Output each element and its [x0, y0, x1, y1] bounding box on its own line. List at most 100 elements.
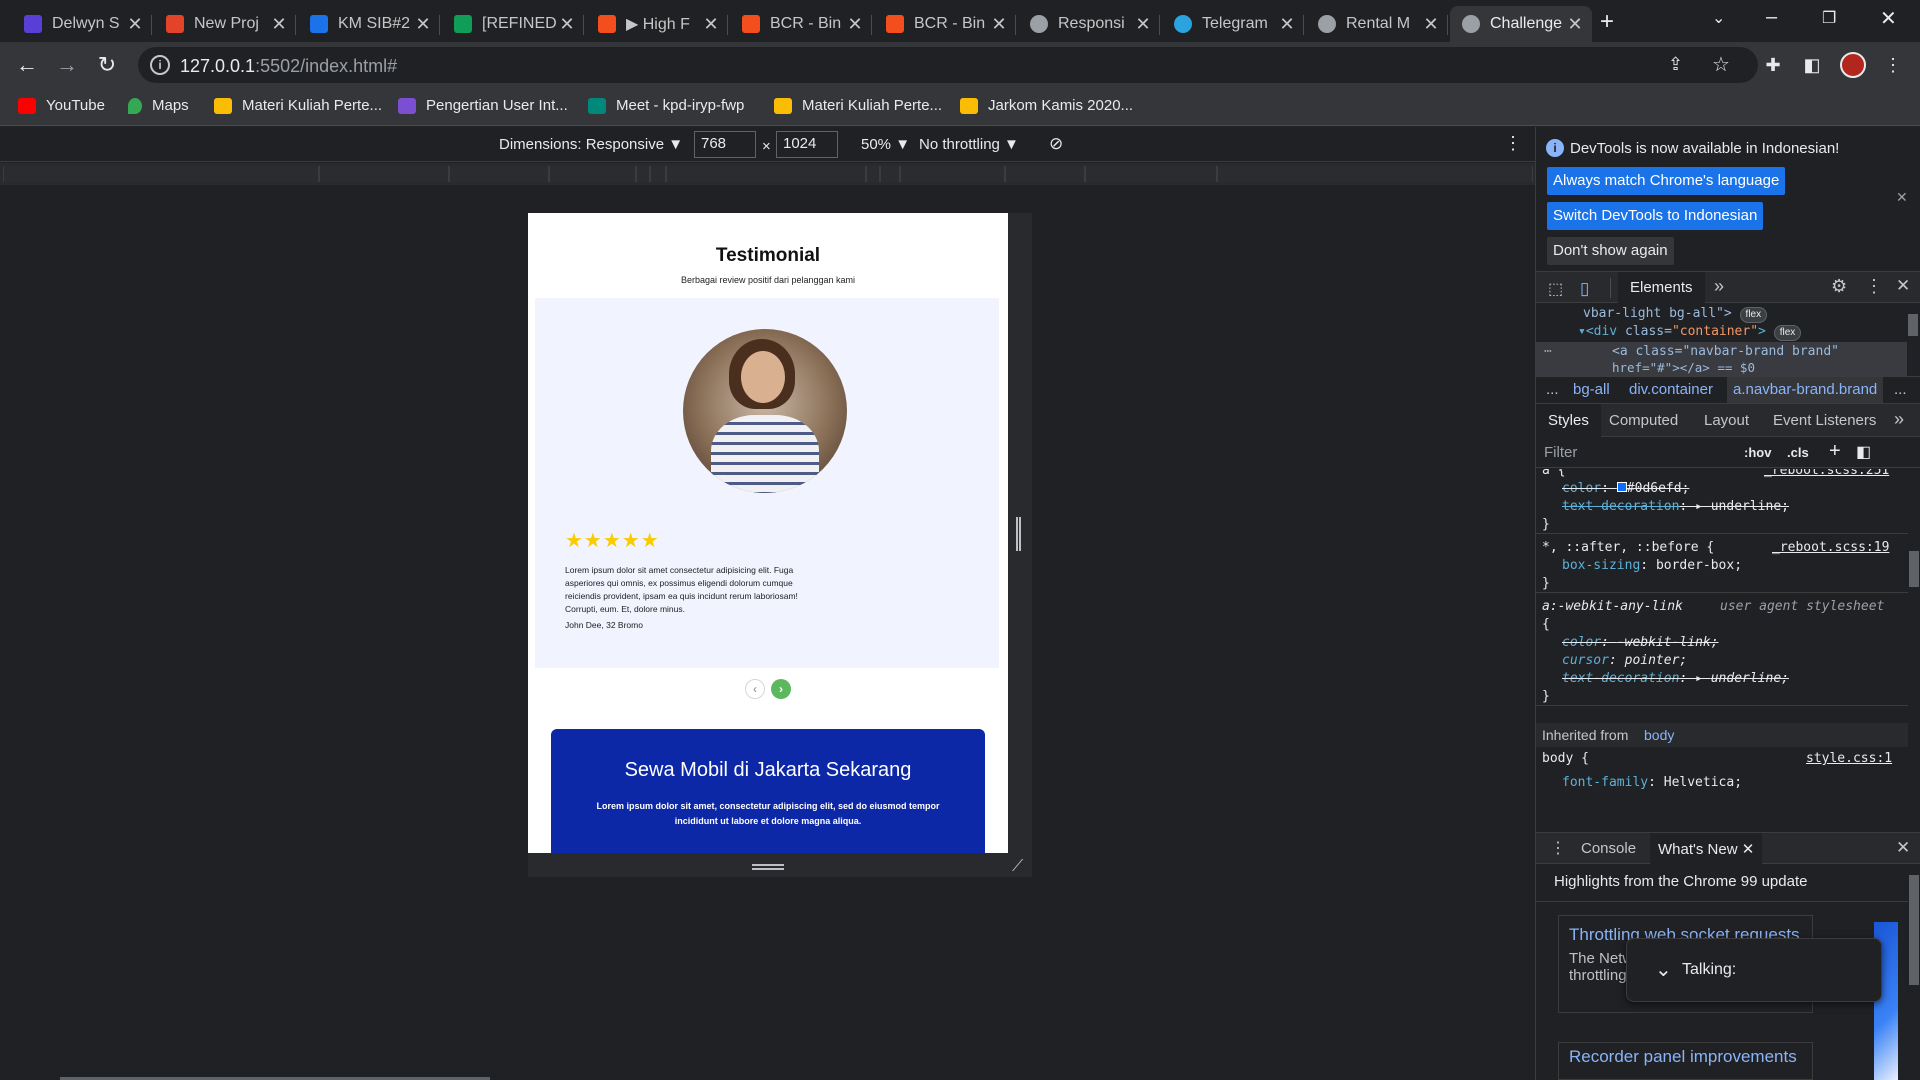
close-icon[interactable]: ✕	[126, 14, 144, 35]
browser-tab[interactable]: BCR - Bin ✕	[874, 6, 1016, 42]
close-icon[interactable]: ✕	[1134, 14, 1152, 35]
minimize-icon[interactable]: –	[1766, 6, 1777, 29]
carousel-next-button[interactable]: ›	[771, 679, 791, 699]
close-icon[interactable]: ✕	[702, 14, 720, 35]
close-icon[interactable]: ✕	[558, 14, 576, 35]
bookmark-item[interactable]: Maps	[128, 97, 189, 114]
toggle-sidebar-icon[interactable]: ◧	[1856, 442, 1871, 462]
styles-scrollbar[interactable]	[1908, 469, 1920, 795]
filter-input[interactable]: Filter	[1544, 444, 1577, 461]
dom-line[interactable]: href="#"></a> == $0	[1612, 360, 1755, 375]
style-source-link[interactable]: _reboot.scss:19	[1772, 540, 1889, 555]
more-tabs-icon[interactable]: »	[1714, 276, 1724, 297]
browser-tab[interactable]: New Proj ✕	[154, 6, 296, 42]
close-icon[interactable]: ✕	[1278, 14, 1296, 35]
device-height-input[interactable]: 1024	[776, 131, 838, 158]
tab-console[interactable]: Console	[1581, 840, 1636, 857]
close-icon[interactable]: ✕	[990, 14, 1008, 35]
browser-tab[interactable]: Responsi ✕	[1018, 6, 1160, 42]
resize-corner-icon[interactable]: ⟋	[1012, 858, 1023, 876]
dom-line[interactable]: vbar-light bg-all">	[1583, 306, 1732, 321]
close-icon[interactable]: ✕	[1566, 14, 1584, 35]
browser-tab[interactable]: ▶ High F ✕	[586, 6, 728, 42]
rotate-icon[interactable]: ⊘	[1049, 134, 1063, 154]
close-icon[interactable]: ✕	[846, 14, 864, 35]
new-rule-icon[interactable]: +	[1829, 440, 1841, 463]
dom-scrollbar[interactable]	[1907, 304, 1919, 376]
style-source-link[interactable]: style.css:1	[1806, 751, 1892, 766]
browser-tab[interactable]: [REFINED ✕	[442, 6, 584, 42]
whats-new-card[interactable]: Recorder panel improvements	[1558, 1042, 1813, 1080]
zoom-dropdown[interactable]: 50% ▼	[861, 136, 910, 153]
close-icon[interactable]: ✕	[270, 14, 288, 35]
breadcrumb-item-selected[interactable]: a.navbar-brand.brand	[1727, 377, 1884, 403]
browser-tab[interactable]: Telegram ✕	[1162, 6, 1304, 42]
close-icon[interactable]: ✕	[1742, 841, 1755, 858]
settings-icon[interactable]: ⚙	[1831, 276, 1847, 297]
tab-computed[interactable]: Computed	[1609, 412, 1678, 429]
switch-language-button[interactable]: Switch DevTools to Indonesian	[1547, 202, 1764, 230]
bookmark-item[interactable]: Jarkom Kamis 2020...	[960, 97, 1133, 114]
flex-badge[interactable]: flex	[1739, 307, 1768, 323]
inherited-element-link[interactable]: body	[1644, 727, 1674, 743]
drawer-menu-icon[interactable]: ⋮	[1550, 838, 1566, 858]
tab-whats-new[interactable]: What's New ✕	[1650, 833, 1763, 864]
avatar[interactable]	[1840, 52, 1866, 78]
media-query-bar[interactable]	[0, 163, 1535, 185]
drawer-scrollbar[interactable]	[1908, 865, 1920, 1080]
tab-search-icon[interactable]: ⌄	[1712, 8, 1725, 28]
dom-line[interactable]: <a class="navbar-brand brand"	[1612, 344, 1839, 359]
side-panel-icon[interactable]: ◧	[1801, 54, 1823, 76]
close-drawer-icon[interactable]: ✕	[1896, 838, 1910, 858]
device-width-input[interactable]: 768	[694, 131, 756, 158]
carousel-prev-button[interactable]: ‹	[745, 679, 765, 699]
color-swatch[interactable]	[1616, 482, 1627, 492]
dimensions-dropdown[interactable]: Dimensions: Responsive ▼	[499, 136, 683, 153]
style-source-link[interactable]: _reboot.scss:251	[1764, 469, 1889, 478]
browser-tab-active[interactable]: Challenge ✕	[1450, 6, 1592, 42]
cls-toggle[interactable]: .cls	[1787, 445, 1809, 460]
throttling-dropdown[interactable]: No throttling ▼	[919, 136, 1019, 153]
browser-tab[interactable]: Delwyn S ✕	[12, 6, 152, 42]
tab-elements[interactable]: Elements	[1618, 272, 1705, 303]
browser-tab[interactable]: KM SIB#2 ✕	[298, 6, 440, 42]
bookmark-item[interactable]: Materi Kuliah Perte...	[214, 97, 382, 114]
forward-icon[interactable]: →	[52, 50, 82, 80]
share-icon[interactable]: ⇪	[1668, 54, 1683, 75]
dom-tree[interactable]: vbar-light bg-all"> flex ▾<div class="co…	[1536, 304, 1920, 376]
dom-tag[interactable]: <div	[1586, 324, 1617, 339]
match-language-button[interactable]: Always match Chrome's language	[1547, 167, 1786, 195]
more-menu-icon[interactable]: ⋮	[1882, 54, 1904, 76]
breadcrumb-item[interactable]: div.container	[1629, 381, 1713, 398]
browser-tab[interactable]: Rental M ✕	[1306, 6, 1448, 42]
bookmark-item[interactable]: Pengertian User Int...	[398, 97, 568, 114]
address-url[interactable]: 127.0.0.1:5502/index.html#	[180, 56, 397, 77]
window-close-icon[interactable]: ✕	[1880, 6, 1897, 31]
styles-pane-body[interactable]: body { style.css:1	[1536, 747, 1908, 775]
restore-icon[interactable]: ❐	[1822, 8, 1836, 28]
new-tab-button[interactable]: +	[1600, 8, 1614, 36]
resize-handle-icon[interactable]	[752, 864, 784, 870]
back-icon[interactable]: ←	[12, 50, 42, 80]
flex-badge[interactable]: flex	[1773, 325, 1802, 341]
hov-toggle[interactable]: :hov	[1744, 445, 1771, 460]
tab-styles[interactable]: Styles	[1536, 404, 1601, 437]
bookmark-item[interactable]: YouTube	[18, 97, 105, 114]
dont-show-button[interactable]: Don't show again	[1547, 237, 1674, 265]
bookmark-item[interactable]: Meet - kpd-iryp-fwp	[588, 97, 744, 114]
bookmark-star-icon[interactable]: ☆	[1712, 52, 1730, 77]
close-icon[interactable]: ✕	[1422, 14, 1440, 35]
extensions-icon[interactable]: ✚	[1762, 54, 1784, 76]
more-menu-icon[interactable]: ⋮	[1865, 276, 1883, 297]
device-more-icon[interactable]: ⋮	[1504, 133, 1522, 154]
device-toggle-icon[interactable]: ▯	[1580, 279, 1589, 299]
styles-pane[interactable]: a { _reboot.scss:251 color: #0d6efd; tex…	[1536, 469, 1908, 723]
site-info-icon[interactable]: i	[150, 55, 170, 75]
reload-icon[interactable]: ↻	[92, 50, 122, 80]
more-tabs-icon[interactable]: »	[1894, 409, 1904, 430]
tab-event-listeners[interactable]: Event Listeners	[1773, 412, 1876, 429]
close-devtools-icon[interactable]: ✕	[1896, 276, 1910, 296]
resize-handle-icon[interactable]	[1016, 517, 1021, 551]
address-bar[interactable]: i 127.0.0.1:5502/index.html# ⇪ ☆	[138, 47, 1758, 83]
close-icon[interactable]: ✕	[1896, 189, 1908, 206]
